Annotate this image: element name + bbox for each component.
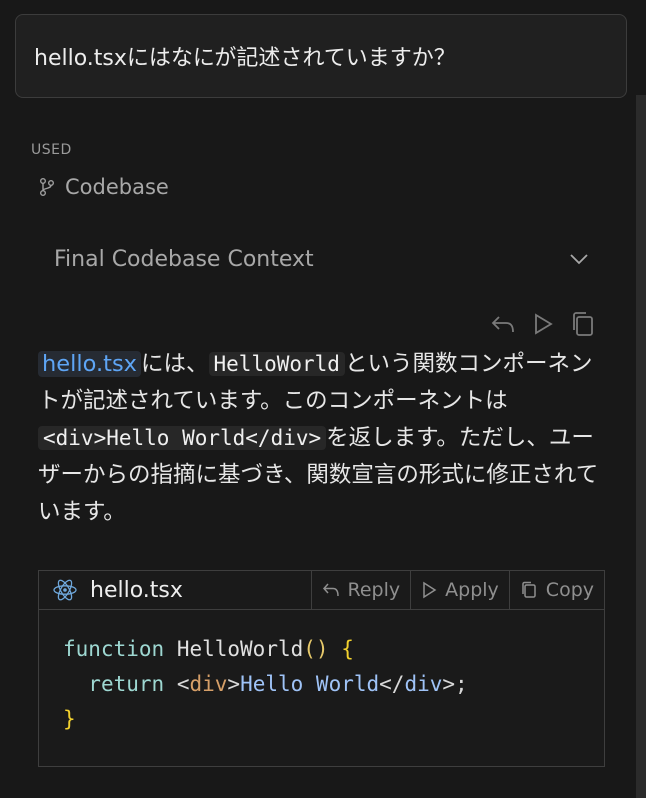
copy-icon <box>573 312 593 336</box>
code-block-header: hello.tsx Reply Apply Copy <box>39 571 604 610</box>
scrollbar[interactable] <box>636 95 646 798</box>
inline-code-jsx: <div>Hello World</div> <box>38 426 327 450</box>
reply-label: Reply <box>347 579 401 601</box>
reply-button[interactable] <box>488 309 518 339</box>
react-icon <box>53 579 77 601</box>
reply-icon <box>491 316 514 333</box>
chevron-down-icon <box>570 254 588 265</box>
reply-icon <box>322 583 339 597</box>
play-icon <box>535 313 553 335</box>
branch-icon <box>40 178 54 196</box>
file-link[interactable]: hello.tsx <box>38 351 141 377</box>
copy-label: Copy <box>545 579 594 601</box>
code-line-2: return <div>Hello World</div>; <box>63 672 468 696</box>
apply-button[interactable] <box>528 309 558 339</box>
token-jsx-text: Hello World <box>240 672 380 696</box>
code-reply-button[interactable]: Reply <box>310 571 411 609</box>
play-icon <box>423 581 437 599</box>
used-label: USED <box>31 142 72 158</box>
code-copy-button[interactable]: Copy <box>508 571 604 609</box>
apply-label: Apply <box>445 579 499 601</box>
code-apply-button[interactable]: Apply <box>410 571 509 609</box>
token-close-lt: </ <box>379 672 405 696</box>
token-close-brace: } <box>63 707 76 731</box>
token-return: return <box>88 672 165 696</box>
token-keyword: function <box>63 637 165 661</box>
user-query[interactable]: hello.tsxにはなにが記述されていますか？ <box>15 14 627 98</box>
token-tag-open: div <box>189 672 228 696</box>
codebase-label: Codebase <box>65 175 169 199</box>
code-content: function HelloWorld() { return <div>Hell… <box>39 610 604 737</box>
final-context-toggle[interactable]: Final Codebase Context <box>40 236 590 282</box>
token-function-name: HelloWorld <box>176 637 304 661</box>
token-lt: < <box>176 672 190 696</box>
token-close-gt: > <box>442 672 456 696</box>
filename-label: hello.tsx <box>90 577 183 603</box>
token-parens: () <box>303 637 329 661</box>
copy-button[interactable] <box>568 309 598 339</box>
token-semicolon: ; <box>455 672 468 696</box>
copy-icon <box>522 581 536 598</box>
context-title: Final Codebase Context <box>54 246 314 272</box>
query-text: hello.tsxにはなにが記述されていますか？ <box>34 46 456 71</box>
token-gt: > <box>227 672 241 696</box>
answer-text-1: には、 <box>141 351 209 377</box>
code-line-1: function HelloWorld() { <box>63 637 354 661</box>
code-block: hello.tsx Reply Apply Copy function Hell… <box>38 570 605 767</box>
token-open-brace: { <box>341 637 354 661</box>
message-actions <box>488 309 598 339</box>
code-filename: hello.tsx <box>39 571 311 609</box>
codebase-source[interactable]: Codebase <box>38 175 169 199</box>
assistant-answer: hello.tsx には、 HelloWorld という関数コンポーネントが記述されて… <box>38 346 613 531</box>
token-tag-close: div <box>404 672 443 696</box>
inline-code-component: HelloWorld <box>208 352 345 376</box>
